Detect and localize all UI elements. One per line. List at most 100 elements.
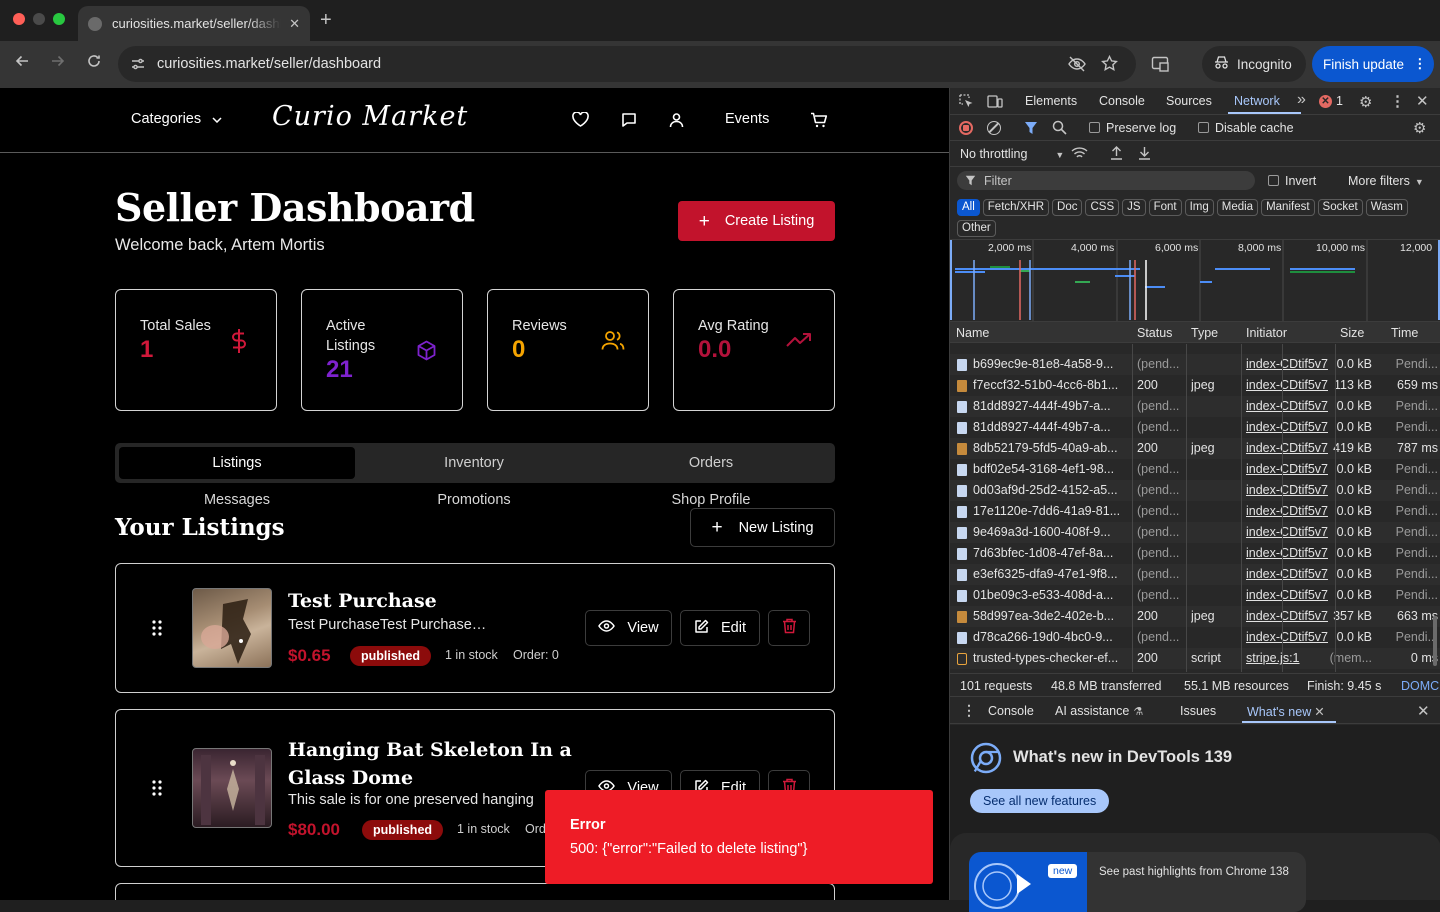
- browser-tab[interactable]: curiosities.market/seller/dashboard ✕: [78, 6, 310, 41]
- finish-update-button[interactable]: Finish update ⋮: [1312, 46, 1434, 82]
- filter-chip-media[interactable]: Media: [1216, 199, 1259, 216]
- request-row[interactable]: d78ca266-19d0-4bc0-9... (pend... index-CDt…: [950, 627, 1440, 648]
- tab-orders[interactable]: Orders: [593, 447, 829, 479]
- request-row[interactable]: 01be09c3-e533-408d-a... (pend... index-CDt…: [950, 585, 1440, 606]
- events-link[interactable]: Events: [725, 111, 769, 127]
- site-logo[interactable]: Curio Market: [272, 101, 468, 132]
- column-status[interactable]: Status: [1137, 326, 1172, 340]
- tab-shop-profile[interactable]: Shop Profile: [593, 492, 829, 508]
- error-icon[interactable]: ✕: [1319, 95, 1332, 108]
- error-count[interactable]: 1: [1336, 94, 1343, 108]
- cart-icon[interactable]: [810, 112, 828, 133]
- column-name[interactable]: Name: [956, 326, 989, 340]
- close-devtools-icon[interactable]: ✕: [1416, 92, 1429, 110]
- drag-handle-icon[interactable]: [152, 620, 162, 641]
- tab-network[interactable]: Network: [1234, 94, 1280, 108]
- column-divider[interactable]: [1282, 344, 1283, 672]
- tab-inventory[interactable]: Inventory: [356, 447, 592, 479]
- tab-messages[interactable]: Messages: [119, 492, 355, 508]
- listing-thumbnail[interactable]: [192, 748, 272, 828]
- edit-button[interactable]: Edit: [680, 610, 760, 646]
- cast-icon[interactable]: [1151, 56, 1170, 78]
- listing-title[interactable]: Hanging Bat Skeleton In a Glass Dome: [288, 736, 578, 792]
- view-button[interactable]: View: [585, 610, 672, 646]
- throttling-select[interactable]: No throttling ▼: [960, 147, 1064, 161]
- categories-menu[interactable]: Categories: [131, 111, 222, 127]
- column-divider[interactable]: [1335, 344, 1336, 672]
- disable-cache-checkbox[interactable]: Disable cache: [1198, 121, 1294, 135]
- create-listing-button[interactable]: + Create Listing: [678, 201, 835, 241]
- filter-chip-font[interactable]: Font: [1148, 199, 1182, 216]
- tab-listings[interactable]: Listings: [119, 447, 355, 479]
- request-list-scrollbar[interactable]: [1433, 616, 1437, 666]
- export-har-icon[interactable]: [1138, 146, 1151, 163]
- column-divider[interactable]: [1241, 344, 1242, 672]
- close-tab-icon[interactable]: ✕: [1314, 705, 1324, 719]
- filter-chip-other[interactable]: Other: [957, 220, 996, 237]
- close-drawer-icon[interactable]: ✕: [1417, 702, 1430, 720]
- filter-chip-css[interactable]: CSS: [1085, 199, 1120, 216]
- minimize-window-button[interactable]: [33, 13, 45, 25]
- filter-chip-manifest[interactable]: Manifest: [1261, 199, 1315, 216]
- tab-console[interactable]: Console: [1099, 94, 1145, 108]
- filter-chip-fetchxhr[interactable]: Fetch/XHR: [982, 199, 1050, 216]
- site-settings-icon[interactable]: [130, 56, 146, 72]
- preserve-log-checkbox[interactable]: Preserve log: [1089, 121, 1176, 135]
- import-har-icon[interactable]: [1110, 146, 1123, 163]
- zoom-window-button[interactable]: [53, 13, 65, 25]
- delete-button[interactable]: [768, 610, 810, 646]
- filter-chip-socket[interactable]: Socket: [1317, 199, 1363, 216]
- tab-sources[interactable]: Sources: [1166, 94, 1212, 108]
- invert-checkbox[interactable]: Invert: [1268, 174, 1316, 188]
- listing-thumbnail[interactable]: [192, 588, 272, 668]
- past-highlights-card[interactable]: new See past highlights from Chrome 138: [969, 852, 1306, 912]
- more-filters-dropdown[interactable]: More filters ▼: [1348, 174, 1424, 188]
- request-row[interactable]: bdf02e54-3168-4ef1-98... (pend... index-CD…: [950, 459, 1440, 480]
- see-all-features-button[interactable]: See all new features: [970, 789, 1110, 813]
- kebab-menu-icon[interactable]: ⋮: [1390, 92, 1405, 110]
- request-row-partial[interactable]: [950, 344, 1440, 354]
- drawer-tab-console[interactable]: Console: [988, 704, 1034, 718]
- drawer-tab-whats-new[interactable]: What's new ✕: [1247, 704, 1325, 719]
- filter-chip-doc[interactable]: Doc: [1052, 199, 1083, 216]
- user-icon[interactable]: [669, 112, 684, 133]
- address-bar[interactable]: curiosities.market/seller/dashboard: [118, 46, 1136, 82]
- filter-chip-wasm[interactable]: Wasm: [1365, 199, 1408, 216]
- filter-input[interactable]: Filter: [957, 171, 1255, 190]
- close-window-button[interactable]: [13, 13, 25, 25]
- incognito-indicator[interactable]: Incognito: [1202, 46, 1306, 82]
- request-row[interactable]: 8db52179-5fd5-40a9-ab... 200 jpeg index-CDt…: [950, 438, 1440, 459]
- request-row[interactable]: 58d997ea-3de2-402e-b... 200 jpeg index-CDti…: [950, 606, 1440, 627]
- settings-gear-icon[interactable]: ⚙: [1359, 93, 1372, 111]
- filter-chip-all[interactable]: All: [957, 199, 980, 216]
- filter-funnel-icon[interactable]: [1024, 121, 1038, 138]
- heart-icon[interactable]: [572, 111, 589, 132]
- drawer-menu-icon[interactable]: ⋮: [962, 702, 976, 719]
- column-time[interactable]: Time: [1391, 326, 1418, 340]
- network-conditions-icon[interactable]: [1071, 146, 1088, 163]
- request-row[interactable]: 7d63bfec-1d08-47ef-8a... (pend... index-CD…: [950, 543, 1440, 564]
- request-row[interactable]: f7eccf32-51b0-4cc6-8b1... 200 jpeg index-CD…: [950, 375, 1440, 396]
- request-row[interactable]: 9e469a3d-1600-408f-9... (pend... index-CDt…: [950, 522, 1440, 543]
- filter-chip-js[interactable]: JS: [1122, 199, 1146, 216]
- drag-handle-icon[interactable]: [152, 780, 162, 801]
- message-icon[interactable]: [621, 112, 637, 133]
- network-settings-icon[interactable]: ⚙: [1413, 119, 1426, 137]
- clear-icon[interactable]: [987, 121, 1001, 135]
- drawer-tab-issues[interactable]: Issues: [1180, 704, 1216, 718]
- column-divider[interactable]: [1186, 344, 1187, 672]
- eye-off-icon[interactable]: [1068, 56, 1086, 77]
- new-tab-button[interactable]: +: [320, 9, 332, 32]
- search-icon[interactable]: [1052, 120, 1067, 138]
- tab-promotions[interactable]: Promotions: [356, 492, 592, 508]
- listing-title[interactable]: Test Purchase: [288, 590, 437, 612]
- back-arrow-icon[interactable]: [11, 53, 33, 75]
- drawer-tab-ai-assistance[interactable]: AI assistance ⚗: [1055, 704, 1143, 718]
- more-tabs-icon[interactable]: »: [1297, 91, 1306, 109]
- device-toolbar-icon[interactable]: [987, 94, 1003, 112]
- column-initiator[interactable]: Initiator: [1246, 326, 1287, 340]
- request-row[interactable]: e3ef6325-dfa9-47e1-9f8... (pend... index-C…: [950, 564, 1440, 585]
- new-listing-button[interactable]: + New Listing: [690, 508, 835, 547]
- request-row[interactable]: 81dd8927-444f-49b7-a... (pend... index-CDt…: [950, 417, 1440, 438]
- request-row[interactable]: trusted-types-checker-ef... 200 script stri…: [950, 648, 1440, 669]
